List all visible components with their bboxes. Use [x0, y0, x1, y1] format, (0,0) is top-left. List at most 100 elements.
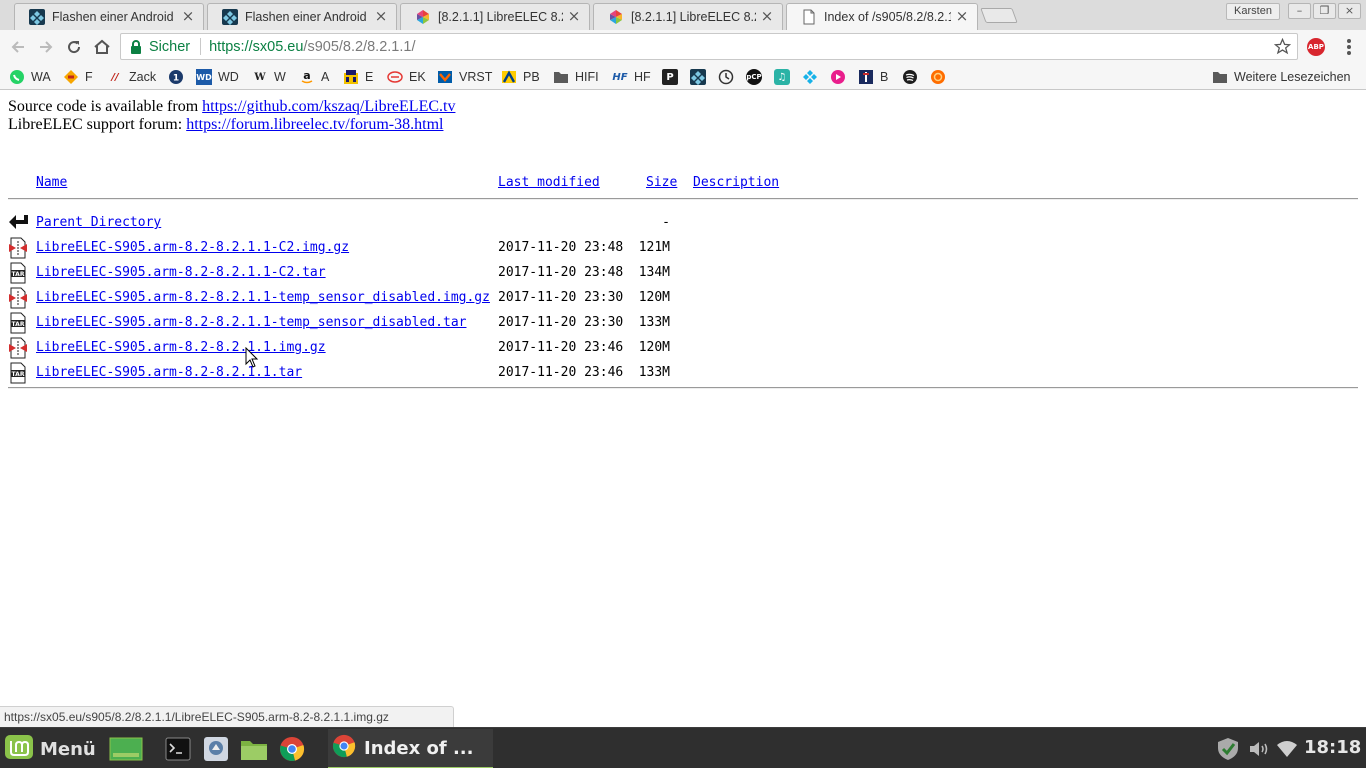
profile-button[interactable]: Karsten [1226, 3, 1280, 20]
adblock-plus-icon[interactable]: ABP [1307, 38, 1325, 56]
chrome-icon[interactable] [278, 735, 306, 763]
source-link[interactable]: https://github.com/kszaq/LibreELEC.tv [202, 98, 455, 115]
wifi-icon[interactable] [1275, 738, 1299, 760]
close-tab-icon[interactable]: × [760, 9, 774, 24]
start-menu-button[interactable]: Menü [4, 734, 96, 764]
column-name-link[interactable]: Name [36, 175, 67, 193]
page-favicon [801, 9, 817, 25]
taskbar-window-chrome[interactable]: Index of ... [328, 729, 493, 768]
bookmark-e[interactable]: E [343, 68, 373, 86]
forum-link[interactable]: https://forum.libreelec.tv/forum-38.html [186, 116, 443, 133]
security-label[interactable]: Sicher [149, 39, 190, 55]
lock-icon[interactable] [129, 39, 143, 54]
minimize-icon[interactable]: – [1288, 3, 1311, 19]
file-link[interactable]: LibreELEC-S905.arm-8.2-8.2.1.1-C2.img.gz [36, 240, 349, 255]
column-modified-link[interactable]: Last modified [498, 175, 600, 193]
bookmark-label: F [85, 70, 93, 84]
bookmark-play[interactable] [830, 68, 846, 86]
ard-icon: 1 [168, 69, 184, 85]
window-title: Index of ... [364, 737, 474, 759]
column-size-link[interactable]: Size [646, 175, 677, 193]
file-size: - [662, 215, 670, 230]
bookmark-pcp[interactable]: pCP [746, 68, 762, 86]
tab-2[interactable]: Flashen einer Android T × [207, 3, 397, 30]
file-link[interactable]: LibreELEC-S905.arm-8.2-8.2.1.1-temp_sens… [36, 315, 466, 330]
bookmark-vrst[interactable]: VRST [437, 68, 492, 86]
chrome-menu-icon[interactable] [1346, 38, 1352, 56]
bookmark-kodi[interactable] [690, 68, 706, 86]
mail-client-icon[interactable] [202, 735, 230, 763]
source-line: Source code is available from https://gi… [8, 98, 455, 116]
bookmark-ard[interactable]: 1 [168, 68, 184, 86]
bookmark-b[interactable]: B [858, 68, 888, 86]
bookmark-p[interactable]: P [662, 68, 678, 86]
parent-directory-link[interactable]: Parent Directory [36, 215, 161, 230]
url-text[interactable]: https://sx05.eu/s905/8.2/8.2.1.1/ [209, 39, 415, 55]
bookmark-wa[interactable]: WA [9, 68, 51, 86]
reload-icon[interactable] [63, 36, 85, 58]
terminal-icon[interactable] [164, 735, 192, 763]
url-path: /s905/8.2/8.2.1.1/ [303, 38, 416, 55]
bookmark-star-icon[interactable] [1273, 37, 1292, 55]
address-bar[interactable]: Sicher https://sx05.eu/s905/8.2/8.2.1.1/ [120, 33, 1298, 60]
kodi-favicon [29, 9, 45, 25]
svg-text:1: 1 [173, 74, 179, 84]
new-tab-button[interactable] [980, 8, 1018, 23]
bookmark-zack[interactable]: // Zack [107, 68, 156, 86]
file-link[interactable]: LibreELEC-S905.arm-8.2-8.2.1.1-temp_sens… [36, 290, 490, 305]
bookmark-label: W [274, 70, 286, 84]
tar-file-icon: TAR [8, 312, 28, 334]
bookmark-a[interactable]: a A [299, 68, 329, 86]
file-link[interactable]: LibreELEC-S905.arm-8.2-8.2.1.1.img.gz [36, 340, 326, 355]
file-size: 121M [638, 240, 670, 255]
svg-text:TAR: TAR [12, 271, 25, 278]
bookmark-label: E [365, 70, 374, 84]
close-tab-icon[interactable]: × [374, 9, 388, 24]
bookmark-f[interactable]: F [63, 68, 93, 86]
show-desktop-icon[interactable] [109, 735, 143, 763]
close-tab-icon[interactable]: × [567, 9, 581, 24]
wd-icon: WD [196, 69, 212, 85]
tab-1[interactable]: Flashen einer Android T × [14, 3, 204, 30]
bookmark-kodi-blue[interactable] [802, 68, 818, 86]
forward-icon[interactable] [35, 36, 57, 58]
close-tab-icon[interactable]: × [181, 9, 195, 24]
e-icon [343, 69, 359, 85]
other-bookmarks[interactable]: Weitere Lesezeichen [1212, 68, 1351, 86]
f-icon [63, 69, 79, 85]
bookmark-hf[interactable]: HF HF [612, 68, 650, 86]
file-manager-icon[interactable] [240, 735, 268, 763]
close-tab-icon[interactable]: × [955, 9, 969, 24]
restore-icon[interactable]: ❐ [1313, 3, 1336, 19]
table-row: TAR LibreELEC-S905.arm-8.2-8.2.1.1-C2.ta… [8, 260, 1358, 285]
tab-4[interactable]: [8.2.1.1] LibreELEC 8.2 f × [593, 3, 783, 30]
file-link[interactable]: LibreELEC-S905.arm-8.2-8.2.1.1.tar [36, 365, 302, 380]
volume-icon[interactable] [1247, 738, 1271, 760]
bookmark-music[interactable]: ♫ [774, 68, 790, 86]
back-arrow-icon [8, 212, 28, 234]
bookmark-hifi[interactable]: HIFI [553, 68, 599, 86]
file-link[interactable]: LibreELEC-S905.arm-8.2-8.2.1.1-C2.tar [36, 265, 326, 280]
bookmark-w[interactable]: W W [252, 68, 286, 86]
bookmark-orange[interactable] [930, 68, 946, 86]
close-window-icon[interactable]: × [1338, 3, 1361, 19]
bookmark-label: EK [409, 70, 426, 84]
shield-icon[interactable] [1216, 738, 1240, 760]
tab-3[interactable]: [8.2.1.1] LibreELEC 8.2 f × [400, 3, 590, 30]
wikipedia-icon: W [254, 71, 266, 83]
clock[interactable]: 18:18 [1304, 737, 1361, 758]
mouse-cursor-icon [245, 346, 259, 369]
divider [8, 198, 1358, 200]
back-icon[interactable] [7, 36, 29, 58]
home-icon[interactable] [91, 36, 113, 58]
tab-5-active[interactable]: Index of /s905/8.2/8.2.1 × [786, 3, 978, 30]
other-bookmarks-label: Weitere Lesezeichen [1234, 70, 1351, 84]
bookmark-ek[interactable]: EK [387, 68, 426, 86]
bookmark-clock[interactable] [718, 68, 734, 86]
pinterest-icon: P [662, 69, 678, 85]
bookmark-spotify[interactable] [902, 68, 918, 86]
bookmark-wd[interactable]: WD WD [196, 68, 239, 86]
bookmark-pb[interactable]: PB [501, 68, 540, 86]
column-description-link[interactable]: Description [693, 175, 779, 193]
bookmarks-bar: WA F // Zack 1 WD WD W W a A E EK VRST P… [0, 63, 1366, 90]
